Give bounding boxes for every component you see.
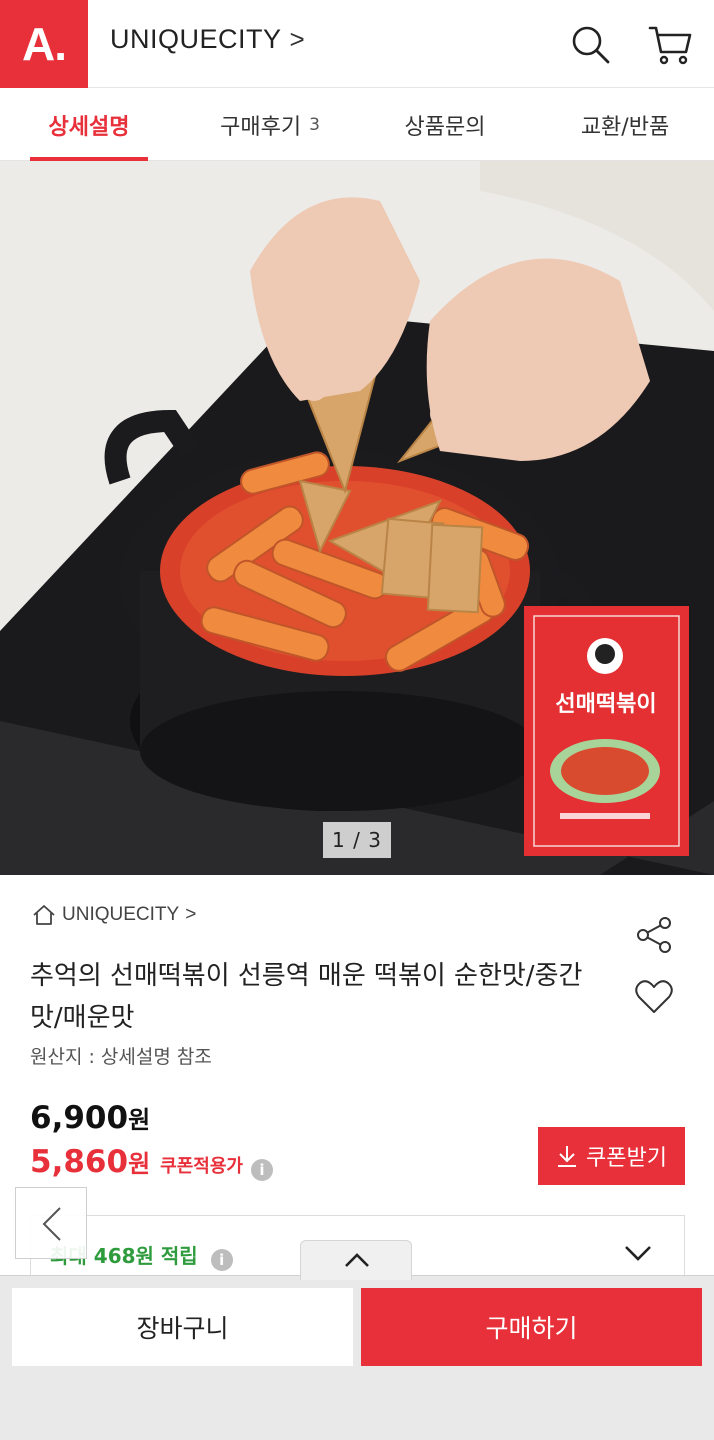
chevron-down-icon[interactable] — [620, 1238, 656, 1268]
brand-link[interactable]: UNIQUECITY > — [110, 24, 305, 55]
sale-price-row: 5,860원 쿠폰적용가 i — [30, 1144, 273, 1181]
add-to-cart-button[interactable]: 장바구니 — [12, 1288, 353, 1366]
chevron-right-icon: > — [185, 904, 197, 925]
product-photo: 선매떡볶이 — [0, 161, 714, 875]
detail-tabs: 상세설명 구매후기 3 상품문의 교환/반품 — [0, 88, 714, 161]
tab-label: 상품문의 — [404, 114, 486, 140]
tab-inquiry[interactable]: 상품문의 — [380, 88, 510, 161]
original-price: 6,900원 — [30, 1100, 150, 1136]
tab-exchange-return[interactable]: 교환/반품 — [555, 88, 695, 161]
download-icon — [558, 1146, 577, 1167]
package-label: 선매떡볶이 — [555, 692, 656, 717]
coupon-button-label: 쿠폰받기 — [586, 1145, 667, 1170]
top-header: A. UNIQUECITY > — [0, 0, 714, 88]
chevron-left-icon — [42, 1207, 61, 1241]
home-icon — [33, 905, 55, 925]
brand-name: UNIQUECITY — [110, 24, 282, 54]
sale-price-unit: 원 — [128, 1150, 151, 1178]
original-price-unit: 원 — [128, 1106, 151, 1134]
info-icon[interactable]: i — [250, 1159, 273, 1181]
tab-reviews[interactable]: 구매후기 3 — [190, 88, 350, 161]
search-icon[interactable] — [566, 20, 614, 68]
chevron-up-icon — [345, 1253, 369, 1267]
tab-label: 교환/반품 — [580, 114, 670, 140]
original-price-value: 6,900 — [30, 1100, 129, 1136]
coupon-price-label: 쿠폰적용가 — [160, 1156, 243, 1177]
shop-link[interactable]: UNIQUECITY > — [32, 904, 196, 926]
buy-now-button[interactable]: 구매하기 — [361, 1288, 702, 1366]
points-suffix: 적립 — [160, 1244, 198, 1268]
sheet-toggle-handle[interactable] — [300, 1240, 412, 1280]
coupon-download-button[interactable]: 쿠폰받기 — [538, 1127, 685, 1185]
sale-price: 5,860원 — [30, 1144, 150, 1180]
tab-label: 구매후기 — [220, 114, 302, 140]
cart-icon[interactable] — [646, 20, 694, 68]
info-icon[interactable]: i — [210, 1249, 233, 1271]
shop-name: UNIQUECITY — [62, 904, 180, 925]
store-logo[interactable]: A. — [0, 0, 88, 88]
carousel-pager: 1 / 3 — [323, 822, 391, 858]
review-count: 3 — [309, 114, 320, 135]
share-icon[interactable] — [633, 914, 675, 956]
product-title: 추억의 선매떡볶이 선릉역 매운 떡볶이 순한맛/중간맛/매운맛 — [30, 961, 583, 1033]
product-image-carousel[interactable]: 선매떡볶이 — [0, 161, 714, 875]
sale-price-value: 5,860 — [30, 1144, 129, 1180]
back-button[interactable] — [15, 1187, 87, 1259]
heart-icon[interactable] — [633, 976, 675, 1018]
origin-info: 원산지 : 상세설명 참조 — [30, 1046, 212, 1068]
points-value: 468원 — [93, 1244, 154, 1268]
tab-description[interactable]: 상세설명 — [30, 88, 148, 161]
tab-label: 상세설명 — [48, 114, 130, 140]
chevron-right-icon: > — [289, 24, 306, 54]
